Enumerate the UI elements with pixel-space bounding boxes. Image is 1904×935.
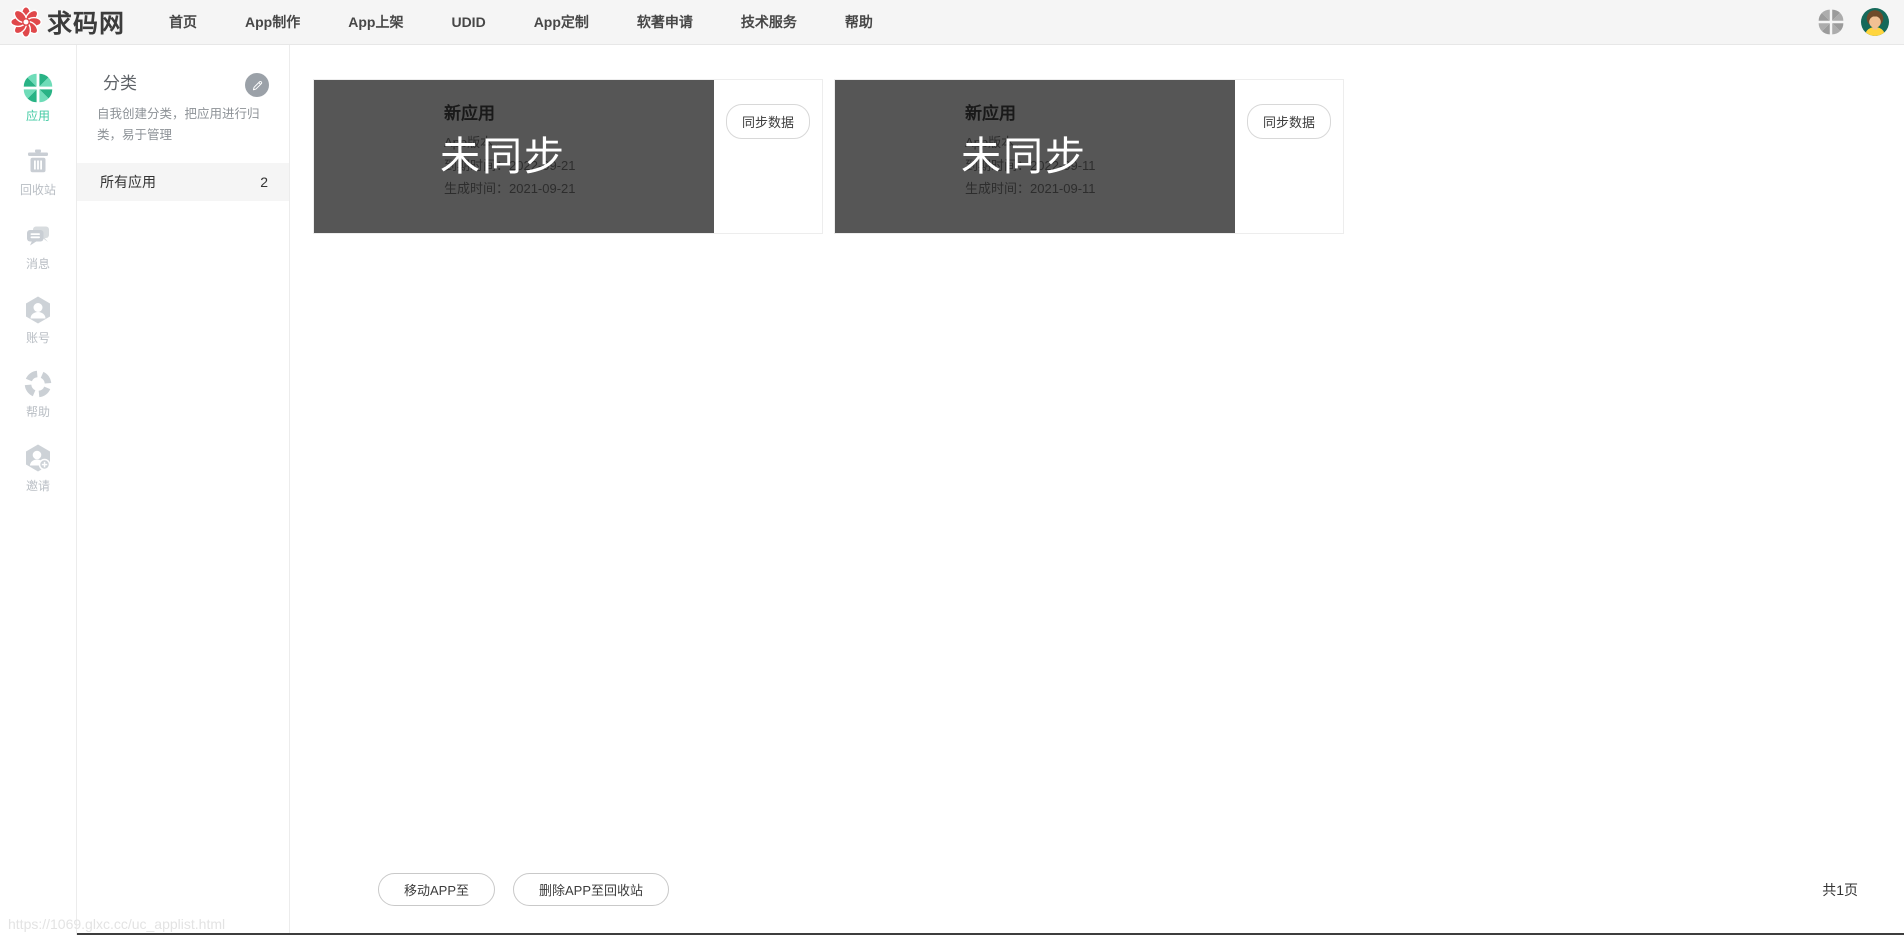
app-name: 新应用 (444, 104, 495, 123)
nav-item-home[interactable]: 首页 (169, 12, 197, 32)
edit-category-button[interactable] (245, 73, 269, 97)
lifebuoy-icon (23, 369, 53, 399)
logo-flower-icon (10, 6, 42, 38)
account-icon (23, 295, 53, 325)
user-avatar[interactable] (1861, 8, 1889, 36)
app-card[interactable]: 新应用 App版本： 到期时间：2022-09-11 生成时间：2021-09-… (834, 79, 1344, 234)
nav-item-app-publish[interactable]: App上架 (348, 12, 403, 32)
app-card-overlay-area: 新应用 App版本： 到期时间：2022-09-21 生成时间：2021-09-… (314, 80, 714, 233)
sidebar-label-apps: 应用 (25, 109, 50, 123)
app-card[interactable]: 新应用 App版本： 到期时间：2022-09-21 生成时间：2021-09-… (313, 79, 823, 234)
category-item-count: 2 (260, 174, 268, 190)
sidebar-item-invite[interactable]: 邀请 (23, 443, 53, 494)
sidebar-label-messages: 消息 (25, 257, 50, 271)
unsynced-overlay-text: 未同步 (440, 135, 566, 179)
apps-grid-icon[interactable] (1818, 9, 1844, 35)
sidebar-item-messages[interactable]: 消息 (23, 221, 53, 272)
category-title: 分类 (103, 74, 137, 93)
sidebar-item-help[interactable]: 帮助 (23, 369, 53, 420)
nav-item-copyright[interactable]: 软著申请 (637, 12, 693, 32)
page-total: 共1页 (1822, 882, 1858, 898)
nav-item-app-make[interactable]: App制作 (245, 12, 300, 32)
category-item-all-apps[interactable]: 所有应用 2 (77, 163, 289, 201)
unsynced-overlay-text: 未同步 (961, 135, 1087, 179)
site-logo[interactable]: 求码网 (10, 4, 125, 40)
app-name: 新应用 (965, 104, 1016, 123)
sidebar-label-invite: 邀请 (25, 479, 50, 493)
category-panel: 分类 自我创建分类，把应用进行归类，易于管理 所有应用 2 (77, 45, 290, 935)
delete-app-button[interactable]: 删除APP至回收站 (513, 873, 670, 906)
nav-item-udid[interactable]: UDID (451, 14, 485, 30)
app-card-list: 新应用 App版本： 到期时间：2022-09-21 生成时间：2021-09-… (313, 79, 1344, 234)
main-menu: 首页 App制作 App上架 UDID App定制 软著申请 技术服务 帮助 (169, 12, 921, 32)
chat-icon (23, 221, 53, 251)
invite-icon (23, 443, 53, 473)
app-card-overlay-area: 新应用 App版本： 到期时间：2022-09-11 生成时间：2021-09-… (835, 80, 1235, 233)
app-card-actions: 同步数据 (1235, 80, 1343, 233)
browser-status-url: https://1069.glxc.cc/uc_applist.html (8, 916, 226, 932)
move-app-button[interactable]: 移动APP至 (378, 873, 496, 906)
top-navbar: 求码网 首页 App制作 App上架 UDID App定制 软著申请 技术服务 … (0, 0, 1904, 45)
category-item-label: 所有应用 (100, 174, 156, 190)
sidebar-item-account[interactable]: 账号 (23, 295, 53, 346)
sidebar-item-apps[interactable]: 应用 (23, 73, 53, 124)
bulk-actions: 移动APP至 删除APP至回收站 (378, 873, 670, 906)
sidebar-item-recycle[interactable]: 回收站 (20, 147, 56, 198)
category-description: 自我创建分类，把应用进行归类，易于管理 (97, 107, 260, 142)
sync-data-button[interactable]: 同步数据 (725, 104, 810, 139)
trash-icon (23, 147, 53, 177)
left-icon-rail: 应用 回收站 消息 账号 帮助 邀请 (0, 45, 77, 935)
app-card-actions: 同步数据 (714, 80, 822, 233)
sidebar-label-help: 帮助 (25, 405, 50, 419)
pencil-icon (252, 80, 262, 90)
logo-text: 求码网 (47, 10, 126, 38)
sidebar-label-recycle: 回收站 (19, 183, 56, 197)
nav-item-app-custom[interactable]: App定制 (534, 12, 589, 32)
nav-item-help[interactable]: 帮助 (845, 12, 873, 32)
nav-item-tech-service[interactable]: 技术服务 (741, 12, 797, 32)
sync-data-button[interactable]: 同步数据 (1246, 104, 1331, 139)
pinwheel-apps-icon (23, 73, 53, 103)
sidebar-label-account: 账号 (25, 331, 50, 345)
